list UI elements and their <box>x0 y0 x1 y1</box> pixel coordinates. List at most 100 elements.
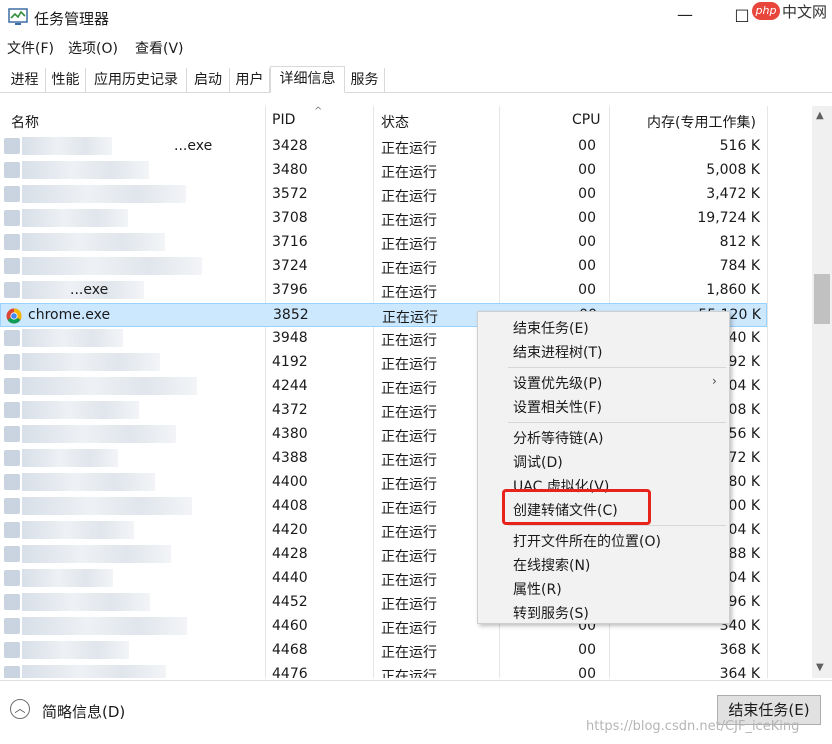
menu-file[interactable]: 文件(F) <box>7 38 54 58</box>
tab-users[interactable]: 用户 <box>230 68 270 92</box>
menu-item-end-task[interactable]: 结束任务(E) <box>513 318 589 338</box>
table-row[interactable]: 3716 正在运行 00 812 K <box>0 231 767 255</box>
process-pid: 3796 <box>272 282 308 298</box>
table-row[interactable]: 3708 正在运行 00 19,724 K <box>0 207 767 231</box>
process-status: 正在运行 <box>381 237 437 253</box>
vertical-scrollbar[interactable]: ▲ ▼ <box>812 106 832 678</box>
highlight-annotation <box>502 489 651 525</box>
table-row[interactable]: 3572 正在运行 00 3,472 K <box>0 183 767 207</box>
process-pid: 3480 <box>272 162 308 178</box>
tab-services[interactable]: 服务 <box>345 68 385 92</box>
menu-item-set-priority[interactable]: 设置优先级(P) <box>513 373 602 393</box>
tab-startup[interactable]: 启动 <box>187 68 230 92</box>
process-pid: 3572 <box>272 186 308 202</box>
process-icon <box>4 642 20 658</box>
column-header-memory[interactable]: 内存(专用工作集) <box>647 112 756 132</box>
process-status: 正在运行 <box>381 573 437 589</box>
process-cpu: 00 <box>578 666 596 678</box>
process-icon <box>4 402 20 418</box>
process-status: 正在运行 <box>381 141 437 157</box>
table-row[interactable]: ...exe 3796 正在运行 00 1,860 K <box>0 279 767 303</box>
process-pid: 3708 <box>272 210 308 226</box>
table-row[interactable]: 3480 正在运行 00 5,008 K <box>0 159 767 183</box>
redacted-name <box>22 161 149 179</box>
tab-details[interactable]: 详细信息 <box>270 66 345 93</box>
menu-item-end-process-tree[interactable]: 结束进程树(T) <box>513 342 602 362</box>
redacted-name <box>22 497 192 515</box>
process-pid: 4460 <box>272 618 308 634</box>
sort-ascending-icon: ^ <box>314 106 323 117</box>
process-icon <box>4 426 20 442</box>
tab-strip: 进程 性能 应用历史记录 启动 用户 详细信息 服务 <box>0 66 832 93</box>
menu-item-go-to-services[interactable]: 转到服务(S) <box>513 603 589 623</box>
table-row[interactable]: 3724 正在运行 00 784 K <box>0 255 767 279</box>
process-name: chrome.exe <box>28 307 111 323</box>
maximize-button[interactable]: □ <box>733 6 751 24</box>
process-cpu: 00 <box>578 186 596 202</box>
collapse-chevron-icon[interactable]: ︿ <box>10 699 30 719</box>
process-icon <box>4 258 20 274</box>
process-icon <box>4 474 20 490</box>
table-row[interactable]: ...exe 3428 正在运行 00 516 K <box>0 135 767 159</box>
menu-options[interactable]: 选项(O) <box>68 38 118 58</box>
redacted-name <box>22 521 134 539</box>
menu-item-open-file-location[interactable]: 打开文件所在的位置(O) <box>513 531 661 551</box>
fewer-details-link[interactable]: 简略信息(D) <box>42 701 125 722</box>
column-divider[interactable] <box>767 106 768 678</box>
redacted-name <box>22 593 150 611</box>
chrome-icon <box>6 308 22 324</box>
process-pid: 3428 <box>272 138 308 154</box>
menu-item-analyze-wait-chain[interactable]: 分析等待链(A) <box>513 428 604 448</box>
process-cpu: 00 <box>578 234 596 250</box>
process-status: 正在运行 <box>381 357 437 373</box>
process-icon <box>4 522 20 538</box>
menu-item-properties[interactable]: 属性(R) <box>513 579 562 599</box>
process-cpu: 00 <box>578 138 596 154</box>
menu-view[interactable]: 查看(V) <box>135 38 184 58</box>
tab-app-history[interactable]: 应用历史记录 <box>86 68 187 92</box>
process-pid: 4400 <box>272 474 308 490</box>
footer-bar: ︿ 简略信息(D) 结束任务(E) https://blog.csdn.net/… <box>0 680 832 744</box>
process-icon <box>4 618 20 634</box>
process-icon <box>4 570 20 586</box>
column-header-name[interactable]: 名称 <box>11 112 39 132</box>
scroll-thumb[interactable] <box>814 274 830 324</box>
menu-item-set-affinity[interactable]: 设置相关性(F) <box>513 397 602 417</box>
tab-processes[interactable]: 进程 <box>4 68 46 92</box>
process-icon <box>4 282 20 298</box>
process-icon <box>4 594 20 610</box>
process-pid: 4244 <box>272 378 308 394</box>
process-name: ...exe <box>174 138 213 154</box>
process-pid: 4440 <box>272 570 308 586</box>
menu-separator <box>508 367 726 368</box>
process-icon <box>4 162 20 178</box>
submenu-arrow-icon: › <box>712 374 717 388</box>
task-manager-icon <box>8 8 28 25</box>
redacted-name <box>22 401 139 419</box>
menu-separator <box>508 422 726 423</box>
menu-item-debug[interactable]: 调试(D) <box>513 452 563 472</box>
scroll-up-icon[interactable]: ▲ <box>816 110 824 121</box>
process-pid: 3716 <box>272 234 308 250</box>
menu-item-search-online[interactable]: 在线搜索(N) <box>513 555 590 575</box>
process-cpu: 00 <box>578 282 596 298</box>
process-icon <box>4 234 20 250</box>
tab-performance[interactable]: 性能 <box>46 68 86 92</box>
menu-separator <box>508 525 726 526</box>
process-cpu: 00 <box>578 258 596 274</box>
process-status: 正在运行 <box>381 477 437 493</box>
process-cpu: 00 <box>578 210 596 226</box>
process-pid: 3724 <box>272 258 308 274</box>
process-memory: 3,472 K <box>706 186 760 202</box>
table-row[interactable]: 4476 正在运行 00 364 K <box>0 663 767 678</box>
scroll-down-icon[interactable]: ▼ <box>816 662 824 673</box>
redacted-name <box>22 137 112 155</box>
column-header-status[interactable]: 状态 <box>381 112 409 132</box>
column-header-cpu[interactable]: CPU <box>572 112 600 128</box>
redacted-name <box>22 545 171 563</box>
process-name: ...exe <box>70 282 109 298</box>
column-header-pid[interactable]: PID <box>272 112 295 128</box>
minimize-button[interactable]: — <box>676 6 694 24</box>
process-icon <box>4 210 20 226</box>
table-row[interactable]: 4468 正在运行 00 368 K <box>0 639 767 663</box>
